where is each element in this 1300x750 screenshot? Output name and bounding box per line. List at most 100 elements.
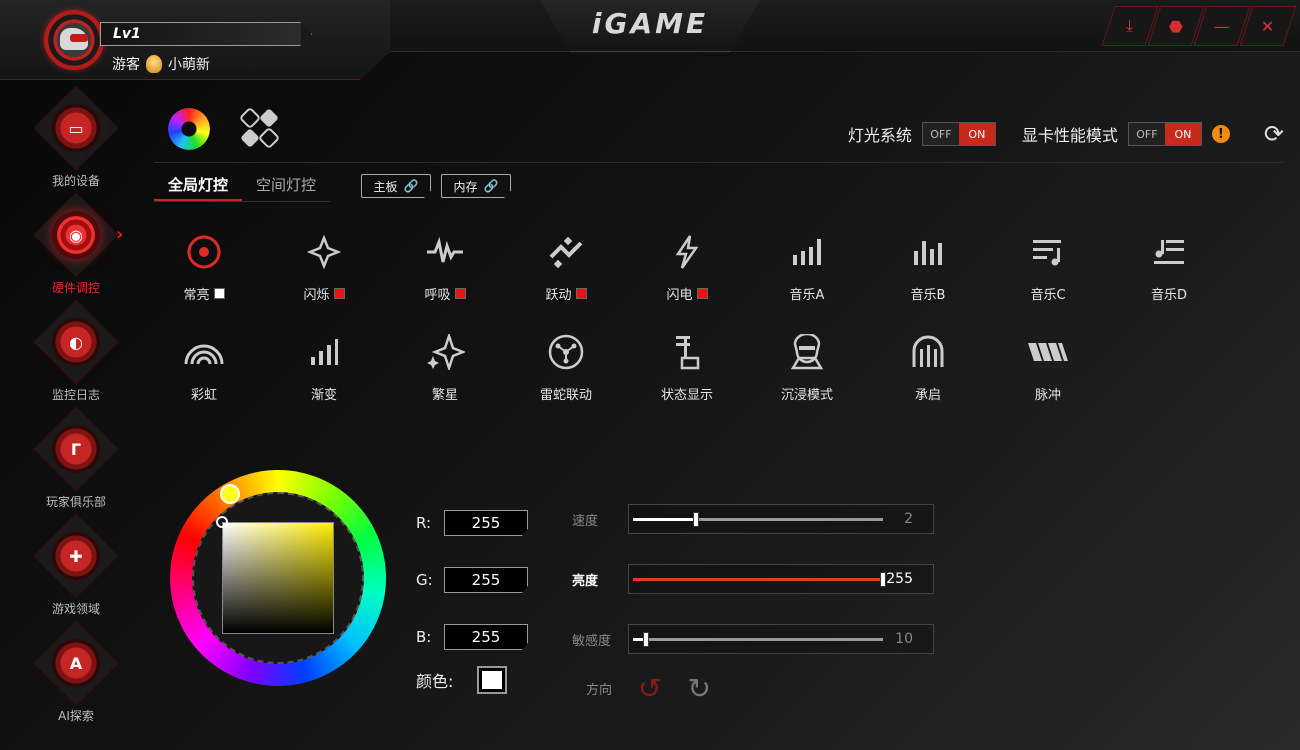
lighting-system-toggle[interactable]: OFF ON (921, 122, 996, 146)
rotate-cw-icon[interactable]: ↻ (687, 672, 710, 705)
effect-stars[interactable]: 繁星 (395, 332, 495, 422)
color-wheel[interactable] (170, 470, 386, 686)
status-icon (637, 332, 737, 372)
rank-label: 小萌新 (168, 57, 210, 73)
effect-label: 闪电 (666, 288, 693, 303)
main-panel: 灯光系统 OFF ON 显卡性能模式 OFF ON ! ⟳ 全局灯控 空间灯控 … (154, 96, 1284, 746)
sidebar-item-game-zone[interactable]: ✚ 游戏领域 (28, 513, 124, 626)
minimize-icon: — (1214, 16, 1230, 36)
color-mode-icon[interactable] (168, 108, 210, 150)
effect-immersive[interactable]: 沉浸模式 (757, 332, 857, 422)
memory-label: 内存 (453, 179, 478, 194)
effect-label: 常亮 (183, 288, 210, 303)
effect-music-b[interactable]: 音乐B (878, 232, 978, 322)
sidebar-item-label: 我的设备 (51, 174, 100, 188)
sidebar-item-monitor-log[interactable]: ◐ 监控日志 (28, 299, 124, 412)
effect-label: 音乐B (910, 288, 946, 303)
warning-icon[interactable]: ! (1211, 125, 1230, 143)
toggle-on: ON (958, 123, 995, 145)
music-b-icon (878, 232, 978, 272)
transition-icon (878, 332, 978, 372)
effect-gradient[interactable]: 渐变 (274, 332, 374, 422)
toggle-off: OFF (922, 123, 959, 145)
slider-handle[interactable] (643, 632, 649, 647)
effect-music-d[interactable]: 音乐D (1119, 232, 1219, 322)
breath-icon (395, 232, 495, 272)
slider-handle[interactable] (880, 572, 886, 587)
saturation-square[interactable] (222, 522, 334, 634)
music-a-icon (757, 232, 857, 272)
color-preview[interactable] (477, 666, 508, 694)
effect-transition[interactable]: 承启 (878, 332, 978, 422)
chevron-right-icon: › (116, 224, 124, 245)
rotate-ccw-icon[interactable]: ↺ (638, 672, 661, 705)
gauge-icon: ◐ (69, 332, 83, 352)
refresh-icon[interactable]: ⟳ (1264, 120, 1284, 148)
hue-knob[interactable] (220, 484, 240, 504)
effect-label: 状态显示 (660, 388, 713, 403)
monitor-icon: ▭ (68, 118, 84, 138)
sidebar-item-label: 游戏领域 (51, 602, 100, 616)
sidebar-item-player-club[interactable]: Γ 玩家俱乐部 (28, 406, 124, 519)
sidebar-item-ai-explore[interactable]: A AI探索 (28, 620, 124, 733)
performance-mode-toggle[interactable]: OFF ON (1127, 122, 1202, 146)
brightness-slider[interactable]: 255 (628, 564, 934, 594)
color-swatch (454, 288, 466, 299)
effect-music-a[interactable]: 音乐A (757, 232, 857, 322)
sidebar-item-hardware-control[interactable]: ◉ 硬件调控 (28, 192, 124, 305)
jump-icon (516, 232, 616, 272)
effect-label: 跃动 (545, 288, 572, 303)
effect-music-c[interactable]: 音乐C (998, 232, 1098, 322)
effect-rainbow[interactable]: 彩虹 (154, 332, 254, 422)
brightness-value: 255 (886, 571, 913, 587)
color-preview-fill (482, 671, 503, 689)
effect-steady[interactable]: 常亮 (154, 232, 254, 322)
flash-icon (274, 232, 374, 272)
tab-spatial-light[interactable]: 空间灯控 (242, 170, 330, 201)
sidebar: ▭ 我的设备 ◉ 硬件调控 ◐ 监控日志 Γ 玩家俱乐部 ✚ 游戏领域 A AI… (0, 85, 150, 750)
window-controls: ⤓ ⬣ — ✕ (1101, 6, 1297, 46)
direction-label: 方向 (586, 683, 613, 698)
effect-label: 渐变 (310, 388, 337, 403)
slider-handle[interactable] (693, 512, 699, 527)
sensitivity-label: 敏感度 (572, 633, 612, 649)
effect-razer-sync[interactable]: 雷蛇联动 (516, 332, 616, 422)
music-c-icon (998, 232, 1098, 272)
effect-lightning[interactable]: 闪电 (637, 232, 737, 322)
memory-link-button[interactable]: 内存 🔗 (441, 174, 511, 198)
speed-slider[interactable]: 2 (628, 504, 934, 534)
sensitivity-slider[interactable]: 10 (628, 624, 934, 654)
r-label: R: (416, 514, 432, 532)
effect-jump[interactable]: 跃动 (516, 232, 616, 322)
speed-value: 2 (904, 511, 913, 527)
effect-label: 音乐A (789, 288, 825, 303)
sync-mode-icon[interactable] (240, 108, 280, 150)
effect-label: 音乐D (1150, 288, 1187, 303)
app-window: Lv1 游客 小萌新 iGAME ⤓ ⬣ — ✕ ▭ 我的设备 ◉ 硬件调控 ◐… (0, 0, 1300, 750)
effect-pulse[interactable]: 脉冲 (998, 332, 1098, 422)
color-row: 颜色: (416, 666, 508, 694)
sidebar-item-my-devices[interactable]: ▭ 我的设备 (28, 85, 124, 198)
r-input[interactable]: 255 (444, 510, 528, 536)
avatar[interactable] (44, 10, 104, 70)
motherboard-link-button[interactable]: 主板 🔗 (361, 174, 431, 198)
effect-flash[interactable]: 闪烁 (274, 232, 374, 322)
b-input[interactable]: 255 (444, 624, 528, 650)
g-input[interactable]: 255 (444, 567, 528, 593)
ai-icon: A (69, 653, 83, 673)
lighting-system-label: 灯光系统 (847, 126, 912, 145)
saturation-knob[interactable] (216, 516, 228, 528)
effect-breath[interactable]: 呼吸 (395, 232, 495, 322)
shirt-icon: ⬣ (1169, 16, 1183, 36)
speed-row: 速度 2 (572, 504, 934, 534)
sidebar-item-label: 硬件调控 (51, 281, 100, 295)
tab-global-light[interactable]: 全局灯控 (154, 170, 242, 201)
performance-mode-label: 显卡性能模式 (1021, 126, 1118, 145)
link-icon: 🔗 (403, 179, 419, 193)
effect-status[interactable]: 状态显示 (637, 332, 737, 422)
sidebar-item-label: AI探索 (58, 709, 94, 723)
effect-label: 闪烁 (303, 288, 330, 303)
stars-icon (395, 332, 495, 372)
visor-icon (70, 34, 88, 42)
toggle-on: ON (1164, 123, 1201, 145)
